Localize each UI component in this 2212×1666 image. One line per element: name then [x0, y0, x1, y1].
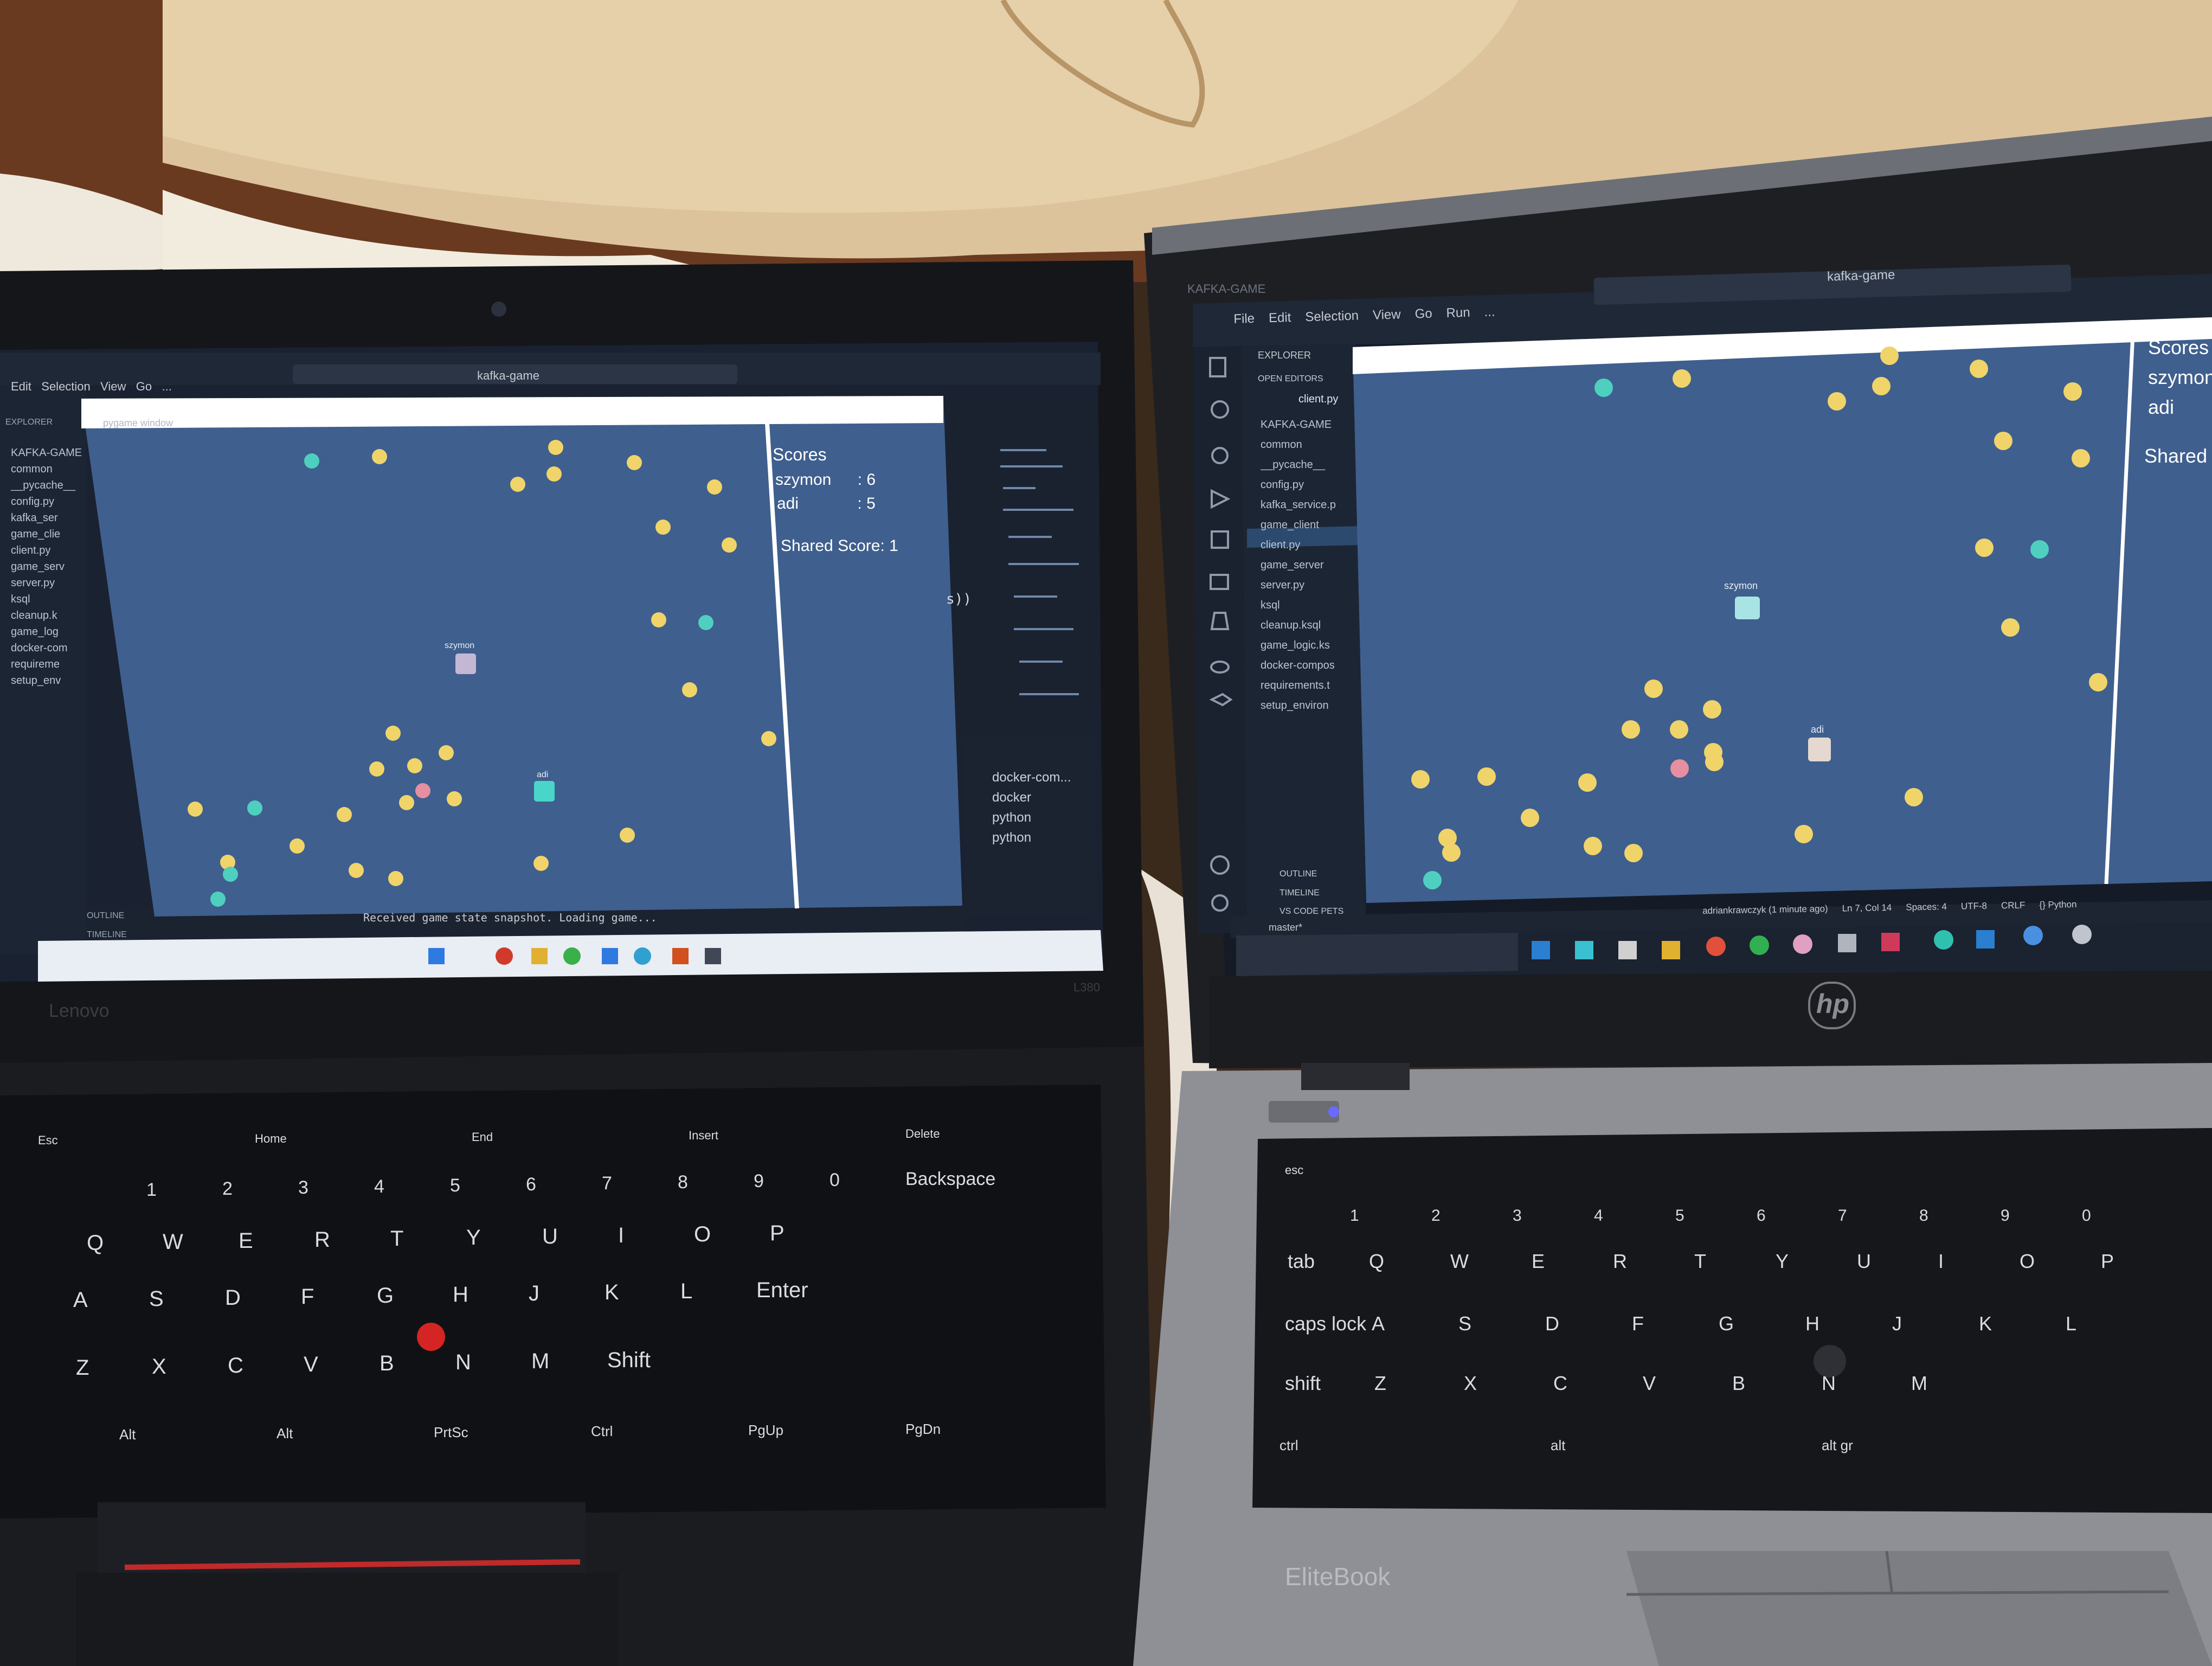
keyboard-key[interactable]: S [1458, 1312, 1471, 1335]
keyboard-key[interactable]: alt gr [1822, 1437, 1853, 1454]
keyboard-key[interactable]: caps lock [1285, 1312, 1366, 1335]
keyboard-key[interactable]: 0 [2082, 1207, 2091, 1225]
keyboard-key[interactable]: D [1545, 1312, 1559, 1335]
keyboard-key[interactable]: tab [1288, 1250, 1315, 1273]
keyboard-key[interactable]: alt [1551, 1437, 1565, 1454]
keyboard-key[interactable]: J [1892, 1312, 1902, 1335]
right-keyboard: esc 1 2 3 4 5 6 7 8 9 0 tab Q W E R T Y U I O Pcaps lock A S D F G… [0, 0, 2212, 1666]
keyboard-key[interactable]: 1 [1350, 1207, 1359, 1225]
keyboard-key[interactable]: W [1450, 1250, 1469, 1273]
keyboard-key[interactable]: shift [1285, 1372, 1321, 1395]
keyboard-key[interactable]: I [1938, 1250, 1944, 1273]
keyboard-key[interactable]: 2 [1431, 1207, 1441, 1225]
keyboard-key[interactable]: esc [1285, 1163, 1303, 1177]
keyboard-key[interactable]: A [1372, 1312, 1385, 1335]
keyboard-key[interactable]: B [1732, 1372, 1745, 1395]
keyboard-key[interactable]: E [1532, 1250, 1545, 1273]
keyboard-key[interactable]: F [1632, 1312, 1644, 1335]
keyboard-key[interactable]: Q [1369, 1250, 1384, 1273]
keyboard-key[interactable]: V [1643, 1372, 1656, 1395]
keyboard-key[interactable]: U [1857, 1250, 1871, 1273]
keyboard-key[interactable]: Z [1374, 1372, 1386, 1395]
keyboard-key[interactable]: H [1805, 1312, 1819, 1335]
keyboard-key[interactable]: 7 [1838, 1207, 1847, 1225]
keyboard-key[interactable]: ctrl [1279, 1437, 1298, 1454]
keyboard-key[interactable]: 3 [1513, 1207, 1522, 1225]
keyboard-key[interactable]: T [1694, 1250, 1706, 1273]
keyboard-key[interactable]: R [1613, 1250, 1627, 1273]
keyboard-key[interactable]: Y [1776, 1250, 1789, 1273]
keyboard-key[interactable]: 5 [1675, 1207, 1684, 1225]
keyboard-key[interactable]: 8 [1919, 1207, 1928, 1225]
keyboard-key[interactable]: 6 [1757, 1207, 1766, 1225]
keyboard-key[interactable]: K [1979, 1312, 1992, 1335]
keyboard-key[interactable]: 4 [1594, 1207, 1603, 1225]
keyboard-key[interactable]: P [2101, 1250, 2114, 1273]
keyboard-key[interactable]: L [2066, 1312, 2076, 1335]
keyboard-key[interactable]: 9 [2001, 1207, 2010, 1225]
keyboard-key[interactable]: N [1822, 1372, 1836, 1395]
keyboard-key[interactable]: O [2020, 1250, 2035, 1273]
photo-scene: Edit Selection View Go ... kafka-game EX… [0, 0, 2212, 1666]
keyboard-key[interactable]: M [1911, 1372, 1927, 1395]
keyboard-key[interactable]: G [1719, 1312, 1734, 1335]
keyboard-key[interactable]: X [1464, 1372, 1477, 1395]
keyboard-key[interactable]: C [1553, 1372, 1567, 1395]
